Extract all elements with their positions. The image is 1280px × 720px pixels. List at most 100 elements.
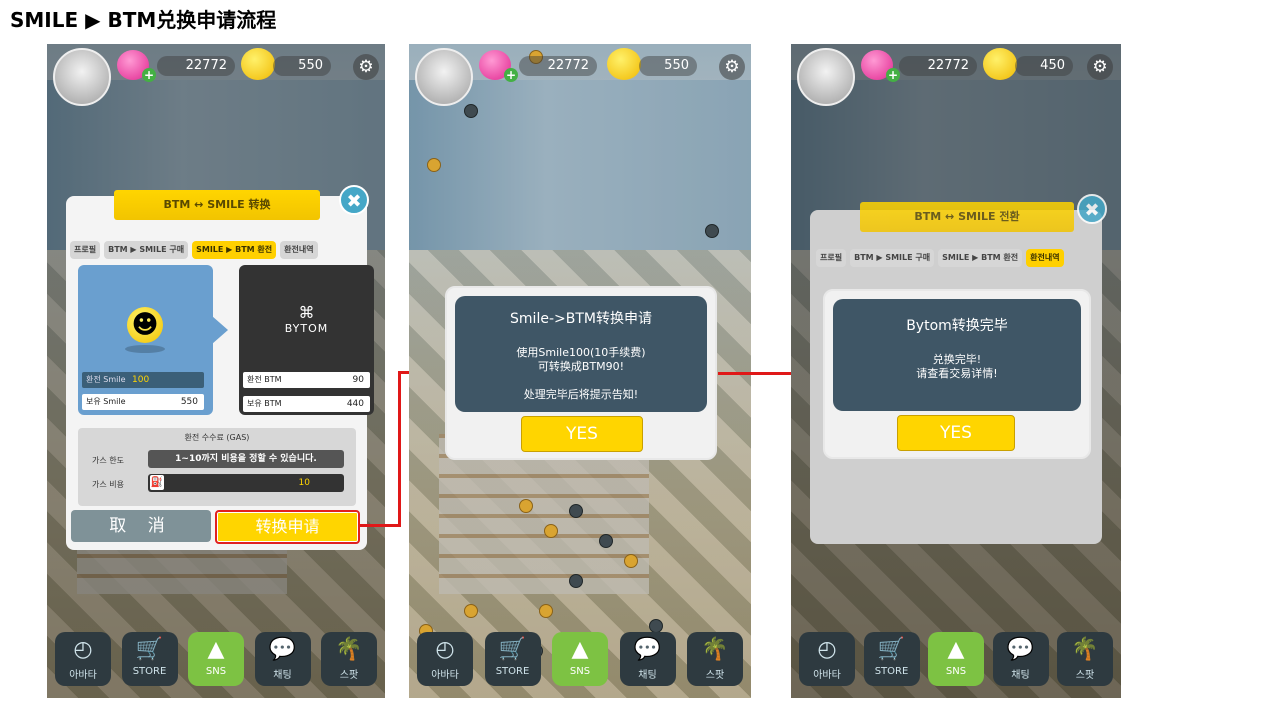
chevron-up-icon: ▲ — [571, 637, 589, 662]
nav-store[interactable]: 🛒 STORE — [484, 632, 541, 686]
tab-exchange-btm[interactable]: SMILE ▶ BTM 환전 — [938, 249, 1023, 267]
avatar[interactable] — [415, 48, 473, 106]
complete-popup: Bytom转换完毕 兑换完毕! 请查看交易详情! YES — [823, 289, 1091, 459]
gas-fee-box: 환전 수수료 (GAS) 가스 한도 1~10까지 비용을 정할 수 있습니다.… — [78, 428, 356, 506]
nav-spot[interactable]: 🌴 스팟 — [687, 632, 743, 686]
popup-line-1: 兑换完毕! — [932, 353, 982, 366]
gear-icon[interactable]: ⚙ — [1087, 54, 1113, 80]
bottom-nav: ◴ 아바타 🛒 STORE ▲ SNS 💬 채팅 🌴 스팟 — [55, 632, 377, 686]
nav-sns[interactable]: ▲ SNS — [188, 632, 244, 686]
smile-exchange-value[interactable]: 100 — [132, 372, 149, 388]
screen-exchange-form: + 22772 550 ⚙ BTM ↔ SMILE 转换 프로필 BTM ▶ S… — [47, 44, 385, 698]
gas-cost-value: 10 — [298, 478, 310, 488]
smile-coin-icon — [983, 48, 1017, 80]
dialog-ribbon-title: BTM ↔ SMILE 转换 — [114, 190, 320, 220]
popup-message: 兑换完毕! 请查看交易详情! — [833, 353, 1081, 381]
btm-hold-value: 440 — [346, 399, 364, 409]
gas-title: 환전 수수료 (GAS) — [184, 433, 250, 442]
tab-profile[interactable]: 프로필 — [816, 249, 847, 267]
gas-limit-label: 가스 한도 — [92, 456, 124, 465]
bottom-nav: ◴ 아바타 🛒 STORE ▲ SNS 💬 채팅 🌴 스팟 — [799, 632, 1113, 686]
palm-tree-icon: 🌴 — [1071, 637, 1099, 662]
smiles-count: 450 — [1015, 56, 1073, 76]
apply-exchange-button[interactable]: 转换申请 — [215, 510, 360, 544]
gas-cost-label: 가스 비용 — [92, 480, 124, 489]
smiles-count: 550 — [639, 56, 697, 76]
smile-card: ☻ 환전 Smile 100 보유 Smile 550 — [78, 265, 213, 415]
palm-tree-icon: 🌴 — [701, 637, 729, 662]
nav-chat[interactable]: 💬 채팅 — [992, 632, 1049, 686]
flow-arrow-1-v — [398, 371, 401, 527]
popup-line-2: 请查看交易详情! — [916, 367, 998, 380]
bottom-nav: ◴ 아바타 🛒 STORE ▲ SNS 💬 채팅 🌴 스팟 — [417, 632, 743, 686]
yes-button[interactable]: YES — [521, 416, 643, 452]
chat-bubble-icon: 💬 — [1006, 637, 1035, 662]
nav-sns[interactable]: ▲ SNS — [552, 632, 608, 686]
nav-store[interactable]: 🛒 STORE — [863, 632, 920, 686]
cart-icon: 🛒 — [135, 637, 164, 662]
hearts-count: 22772 — [899, 56, 977, 76]
avatar[interactable] — [797, 48, 855, 106]
popup-title: Smile->BTM转换申请 — [510, 311, 652, 327]
gear-icon[interactable]: ⚙ — [719, 54, 745, 80]
clock-face-icon: ◴ — [435, 637, 455, 662]
smiley-icon: ☻ — [127, 307, 163, 343]
tab-exchange-history[interactable]: 환전내역 — [280, 241, 318, 259]
exchange-dialog: BTM ↔ SMILE 转换 프로필 BTM ▶ SMILE 구매 SMILE … — [66, 190, 374, 550]
flow-arrow-1-h1 — [360, 524, 400, 527]
nav-chat[interactable]: 💬 채팅 — [619, 632, 676, 686]
smile-hold-row: 보유 Smile 550 — [82, 394, 204, 410]
btm-card: ⌘ BYTOM 환전 BTM 90 보유 BTM 440 — [239, 265, 374, 415]
smile-exchange-row: 환전 Smile 100 — [82, 372, 204, 388]
tab-buy-smile[interactable]: BTM ▶ SMILE 구매 — [104, 241, 189, 259]
btm-exchange-value: 90 — [352, 375, 364, 385]
smile-coin-icon — [241, 48, 275, 80]
smile-hold-value: 550 — [180, 397, 198, 407]
gas-limit-text: 1~10까지 비용을 정할 수 있습니다. — [148, 450, 344, 468]
tab-exchange-history[interactable]: 환전내역 — [1026, 249, 1064, 267]
tab-buy-smile[interactable]: BTM ▶ SMILE 구매 — [850, 249, 935, 267]
avatar[interactable] — [53, 48, 111, 106]
arrow-right-icon — [212, 316, 228, 344]
hearts-count: 22772 — [157, 56, 235, 76]
add-hearts-button[interactable]: + — [504, 68, 518, 82]
yes-button[interactable]: YES — [897, 415, 1015, 451]
tab-exchange-btm[interactable]: SMILE ▶ BTM 환전 — [192, 241, 277, 259]
nav-spot[interactable]: 🌴 스팟 — [321, 632, 377, 686]
confirm-popup: Smile->BTM转换申请 使用Smile100(10手续费) 可转换成BTM… — [445, 286, 717, 460]
chat-bubble-icon: 💬 — [268, 637, 297, 662]
fuel-pump-icon: ⛽ — [150, 475, 164, 490]
smiles-count: 550 — [273, 56, 331, 76]
chevron-up-icon: ▲ — [207, 637, 225, 662]
smile-coin-icon — [607, 48, 641, 80]
palm-tree-icon: 🌴 — [335, 637, 363, 662]
gear-icon[interactable]: ⚙ — [353, 54, 379, 80]
close-icon[interactable]: ✖ — [339, 185, 369, 215]
clock-face-icon: ◴ — [817, 637, 837, 662]
add-hearts-button[interactable]: + — [886, 68, 900, 82]
tab-profile[interactable]: 프로필 — [70, 241, 101, 259]
nav-store[interactable]: 🛒 STORE — [121, 632, 178, 686]
bytom-mark-icon: ⌘ — [298, 303, 315, 322]
nav-avatar[interactable]: ◴ 아바타 — [799, 632, 855, 686]
btm-hold-row: 보유 BTM 440 — [243, 396, 370, 412]
close-icon[interactable]: ✖ — [1077, 194, 1107, 224]
popup-line-3: 处理完毕后将提示告知! — [523, 388, 639, 401]
cancel-button[interactable]: 取 消 — [71, 510, 211, 542]
gas-cost-input[interactable]: ⛽ 10 — [148, 474, 344, 492]
screen-confirm-request: + 22772 550 ⚙ ◴ 아바타 🛒 STORE ▲ SNS 💬 채팅 🌴 스팟 S… — [409, 44, 751, 698]
nav-avatar[interactable]: ◴ 아바타 — [55, 632, 111, 686]
chat-bubble-icon: 💬 — [633, 637, 662, 662]
nav-spot[interactable]: 🌴 스팟 — [1057, 632, 1113, 686]
popup-line-2: 可转换成BTM90! — [537, 360, 625, 373]
cart-icon: 🛒 — [498, 637, 527, 662]
nav-sns[interactable]: ▲ SNS — [928, 632, 984, 686]
nav-chat[interactable]: 💬 채팅 — [254, 632, 311, 686]
nav-avatar[interactable]: ◴ 아바타 — [417, 632, 473, 686]
popup-title: Bytom转换完毕 — [906, 318, 1008, 334]
page-title: SMILE ▶ BTM兑换申请流程 — [10, 8, 277, 32]
bytom-logo: ⌘ BYTOM — [239, 303, 374, 335]
screen-exchange-complete: + 22772 450 ⚙ BTM ↔ SMILE 전환 프로필 BTM ▶ S… — [791, 44, 1121, 698]
hearts-count: 22772 — [519, 56, 597, 76]
add-hearts-button[interactable]: + — [142, 68, 156, 82]
